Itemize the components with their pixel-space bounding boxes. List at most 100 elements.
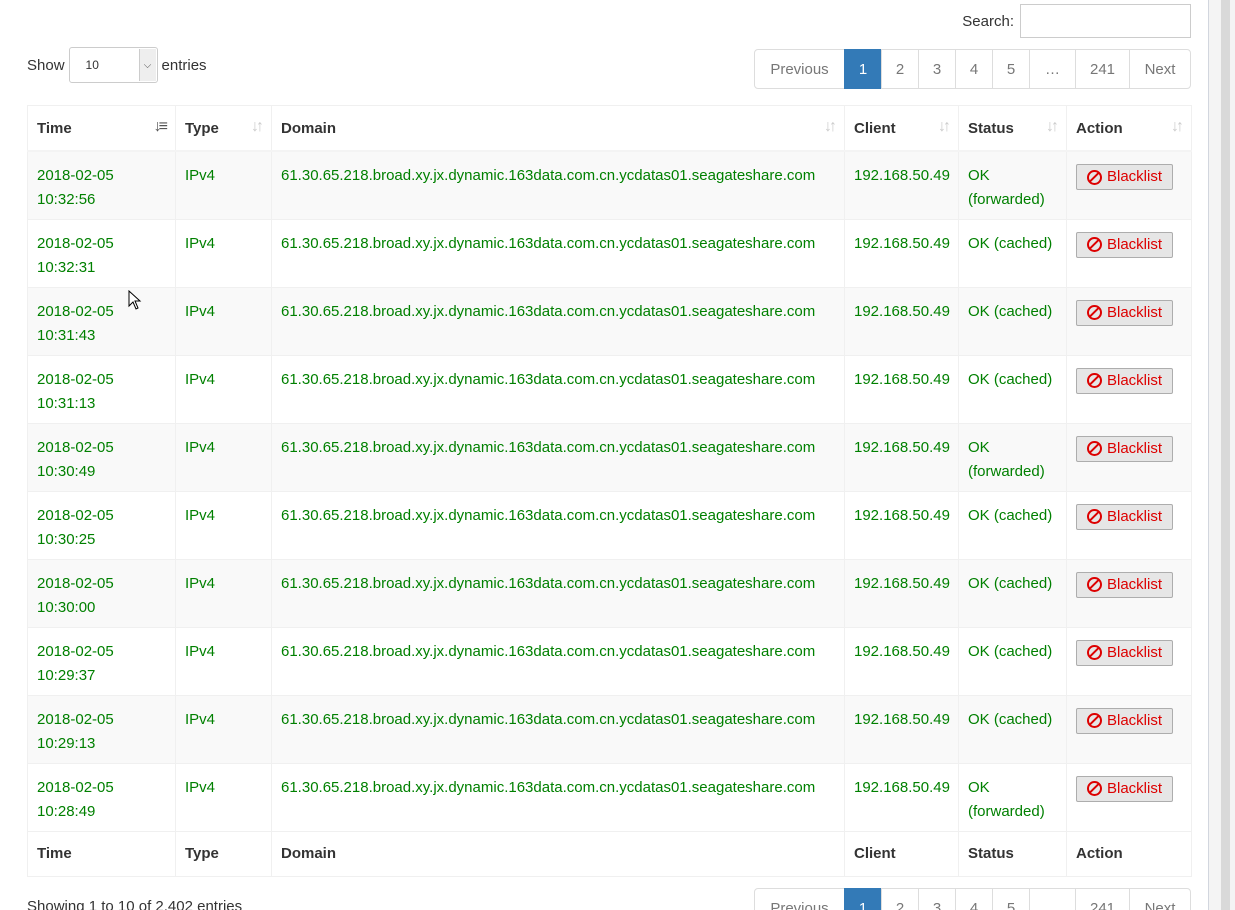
domain-cell: 61.30.65.218.broad.xy.jx.dynamic.163data… — [271, 150, 845, 220]
action-cell: Blacklist — [1066, 490, 1192, 560]
page-2-button[interactable]: 2 — [881, 49, 919, 89]
sort-icon: ↓↑ — [1046, 118, 1059, 135]
domain-cell: 61.30.65.218.broad.xy.jx.dynamic.163data… — [271, 558, 845, 628]
entries-label: entries — [161, 56, 207, 74]
status-cell: OK (forwarded) — [958, 762, 1067, 832]
table-header-row: Time ↓≡ Type ↓↑ Domain ↓↑ Client ↓↑ Status ↓↑… — [27, 105, 1192, 152]
page-4-button[interactable]: 4 — [955, 888, 993, 910]
date-text: 2018-02-05 — [37, 778, 114, 796]
blacklist-button[interactable]: Blacklist — [1076, 299, 1174, 326]
date-text: 2018-02-05 — [37, 167, 114, 184]
time-text: 10:32:31 — [37, 258, 96, 276]
blacklist-button[interactable]: Blacklist — [1076, 367, 1174, 394]
page-3-button[interactable]: 3 — [918, 49, 956, 89]
domain-cell: 61.30.65.218.broad.xy.jx.dynamic.163data… — [271, 694, 845, 764]
blacklist-button[interactable]: Blacklist — [1076, 571, 1174, 598]
date-text: 2018-02-05 — [37, 710, 114, 728]
sort-icon: ↓↑ — [1171, 118, 1184, 135]
blacklist-button[interactable]: Blacklist — [1076, 775, 1174, 802]
status-cell: OK (forwarded) — [958, 422, 1067, 492]
time-text: 10:32:56 — [37, 191, 96, 208]
page-3-button[interactable]: 3 — [918, 888, 956, 910]
action-cell: Blacklist — [1066, 422, 1192, 492]
page-2-button[interactable]: 2 — [881, 888, 919, 910]
blacklist-button[interactable]: Blacklist — [1076, 503, 1174, 530]
table-footer-row: Time Type Domain Client Status Action — [27, 830, 1192, 877]
footer-time: Time — [27, 830, 176, 877]
column-header-domain[interactable]: Domain ↓↑ — [271, 105, 845, 152]
domain-cell: 61.30.65.218.broad.xy.jx.dynamic.163data… — [271, 286, 845, 356]
ban-icon — [1087, 169, 1102, 185]
action-cell: Blacklist — [1066, 150, 1192, 220]
search-input[interactable] — [1020, 4, 1191, 38]
time-cell: 2018-02-05 10:31:43 — [27, 286, 176, 356]
time-text: 10:29:37 — [37, 666, 96, 684]
time-text: 10:30:25 — [37, 530, 96, 548]
blacklist-button[interactable]: Blacklist — [1076, 639, 1174, 666]
time-cell: 2018-02-05 10:32:56 — [27, 150, 176, 220]
domain-cell: 61.30.65.218.broad.xy.jx.dynamic.163data… — [271, 218, 845, 288]
column-header-time[interactable]: Time ↓≡ — [27, 105, 176, 152]
column-header-action[interactable]: Action ↓↑ — [1066, 105, 1192, 152]
client-cell: 192.168.50.49 — [844, 286, 959, 356]
date-text: 2018-02-05 — [37, 506, 114, 524]
domain-cell: 61.30.65.218.broad.xy.jx.dynamic.163data… — [271, 490, 845, 560]
page-5-button[interactable]: 5 — [992, 888, 1030, 910]
type-cell: IPv4 — [175, 150, 272, 220]
mouse-cursor-icon — [128, 290, 142, 310]
status-cell: OK (cached) — [958, 286, 1067, 356]
time-cell: 2018-02-05 10:31:13 — [27, 354, 176, 424]
page-241-button[interactable]: 241 — [1075, 888, 1130, 910]
action-cell: Blacklist — [1066, 558, 1192, 628]
table-row: 2018-02-05 10:29:37 IPv4 61.30.65.218.broad… — [27, 626, 1192, 696]
type-cell: IPv4 — [175, 286, 272, 356]
action-cell: Blacklist — [1066, 354, 1192, 424]
previous-button[interactable]: Previous — [754, 888, 845, 910]
previous-button[interactable]: Previous — [754, 49, 845, 89]
table-row: 2018-02-05 10:32:31 IPv4 61.30.65.218.broad… — [27, 218, 1192, 288]
table-row: 2018-02-05 10:32:56 IPv4 61.30.65.218.broad… — [27, 150, 1192, 220]
sort-icon: ↓↑ — [251, 118, 264, 135]
sort-icon: ↓↑ — [938, 118, 951, 135]
blacklist-button[interactable]: Blacklist — [1076, 164, 1174, 190]
next-button[interactable]: Next — [1129, 888, 1191, 910]
type-cell: IPv4 — [175, 626, 272, 696]
entries-select[interactable]: 10 ⌵ — [68, 47, 158, 83]
domain-cell: 61.30.65.218.broad.xy.jx.dynamic.163data… — [271, 422, 845, 492]
column-header-status[interactable]: Status ↓↑ — [958, 105, 1067, 152]
page-4-button[interactable]: 4 — [955, 49, 993, 89]
footer-domain: Domain — [271, 830, 845, 877]
show-label: Show — [27, 56, 65, 74]
blacklist-button[interactable]: Blacklist — [1076, 435, 1174, 462]
pagination-top: Previous 1 2 3 4 5 … 241 Next — [754, 49, 1191, 89]
status-cell: OK (cached) — [958, 558, 1067, 628]
client-cell: 192.168.50.49 — [844, 490, 959, 560]
table-row: 2018-02-05 10:30:49 IPv4 61.30.65.218.broad… — [27, 422, 1192, 492]
client-cell: 192.168.50.49 — [844, 762, 959, 832]
scrollbar[interactable] — [1209, 0, 1235, 910]
status-cell: OK (cached) — [958, 626, 1067, 696]
ban-icon — [1087, 305, 1102, 320]
footer-client: Client — [844, 830, 959, 877]
type-cell: IPv4 — [175, 694, 272, 764]
blacklist-button[interactable]: Blacklist — [1076, 231, 1174, 258]
page-241-button[interactable]: 241 — [1075, 49, 1130, 89]
type-cell: IPv4 — [175, 422, 272, 492]
time-cell: 2018-02-05 10:32:31 — [27, 218, 176, 288]
client-cell: 192.168.50.49 — [844, 354, 959, 424]
column-header-client[interactable]: Client ↓↑ — [844, 105, 959, 152]
page-1-button[interactable]: 1 — [844, 49, 882, 89]
ban-icon — [1087, 645, 1102, 660]
page-1-button[interactable]: 1 — [844, 888, 882, 910]
search-bar: Search: — [962, 4, 1191, 38]
table-row: 2018-02-05 10:28:49 IPv4 61.30.65.218.broad… — [27, 762, 1192, 832]
blacklist-button[interactable]: Blacklist — [1076, 707, 1174, 734]
ban-icon — [1087, 237, 1102, 252]
column-header-type[interactable]: Type ↓↑ — [175, 105, 272, 152]
table-row: 2018-02-05 10:29:13 IPv4 61.30.65.218.broad… — [27, 694, 1192, 764]
search-label: Search: — [962, 12, 1014, 30]
status-cell: OK (forwarded) — [958, 150, 1067, 220]
page-5-button[interactable]: 5 — [992, 49, 1030, 89]
next-button[interactable]: Next — [1129, 49, 1191, 89]
length-control: Show 10 ⌵ entries — [27, 47, 207, 83]
